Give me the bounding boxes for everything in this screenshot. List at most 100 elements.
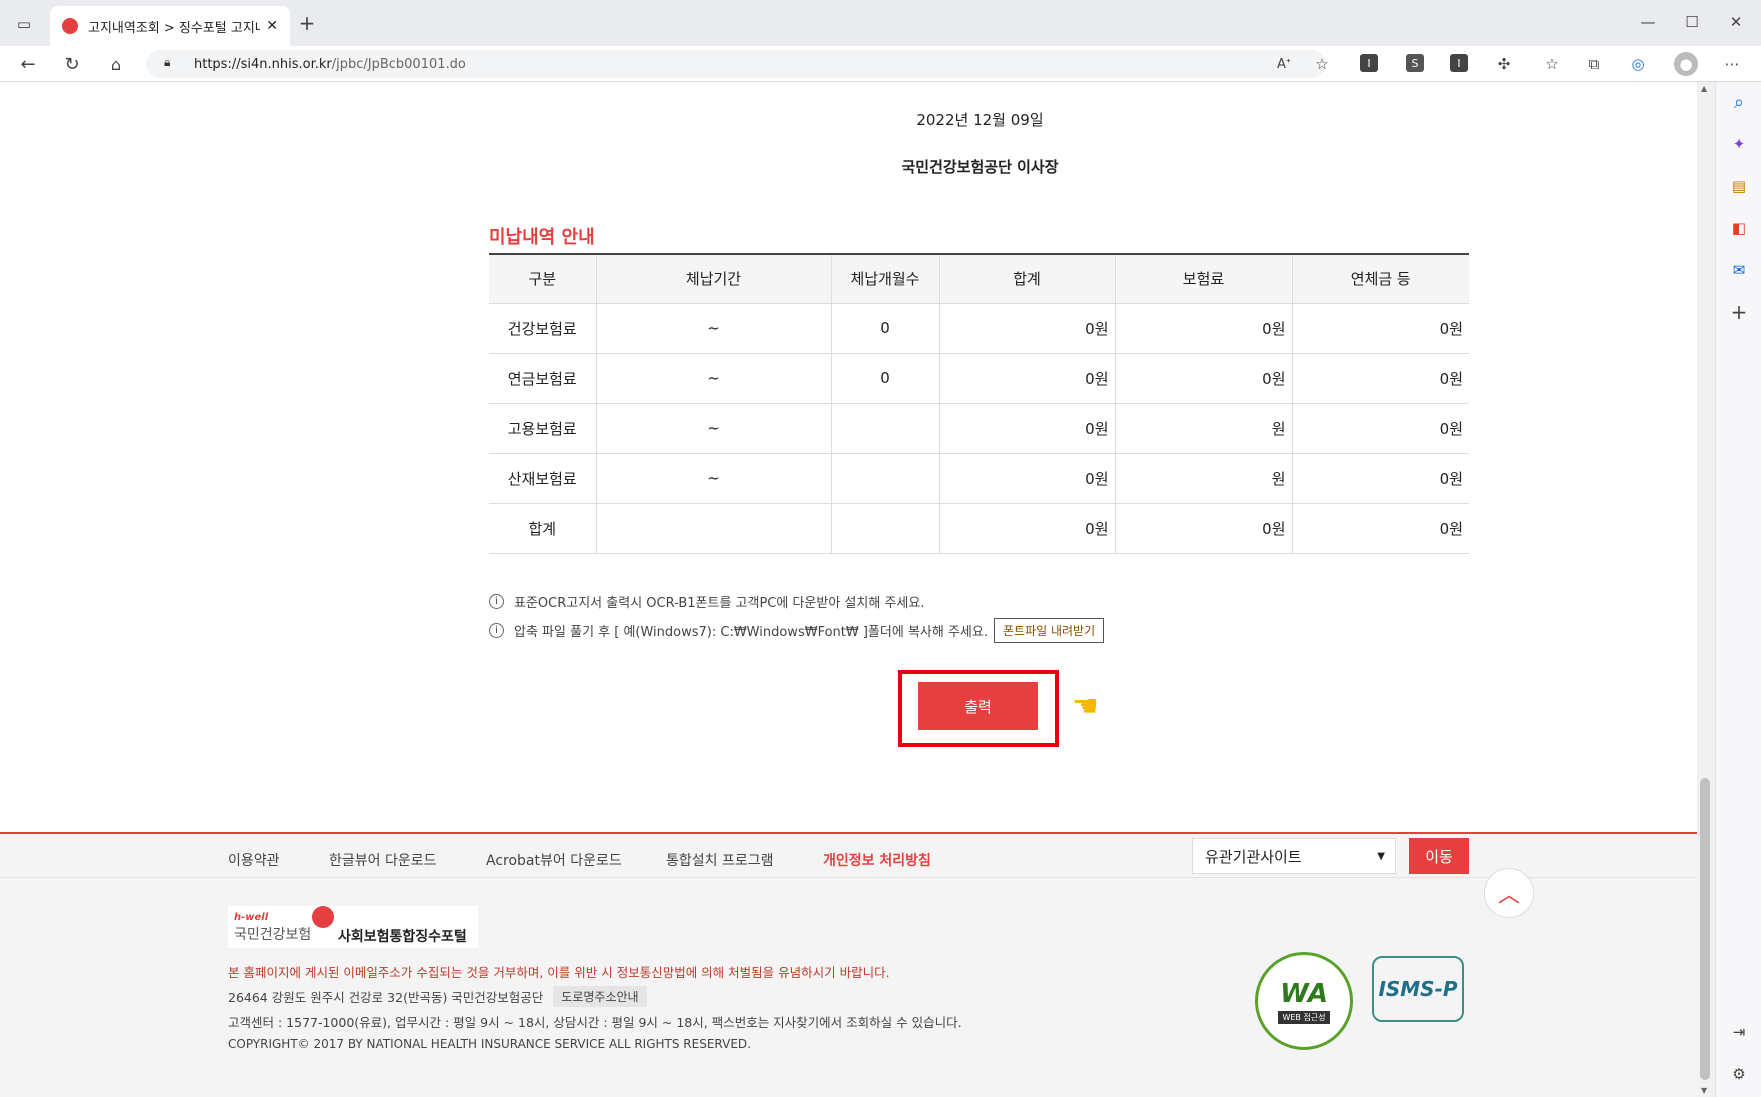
shopping-icon[interactable]: ▤ <box>1727 174 1751 198</box>
footer-link-terms[interactable]: 이용약관 <box>228 850 280 870</box>
lock-icon: 🔒︎ <box>164 55 171 69</box>
copilot-icon[interactable]: ✦ <box>1727 132 1751 156</box>
premium-cell: 0원 <box>1115 503 1293 554</box>
period-cell: ~ <box>596 353 832 404</box>
row-label: 건강보험료 <box>489 303 597 354</box>
add-favorite-icon[interactable]: ☆ <box>1310 52 1334 76</box>
months-cell <box>831 403 940 454</box>
page-content: 2022년 12월 09일 국민건강보험공단 이사장 미납내역 안내 구분 체납… <box>0 82 1697 1097</box>
home-icon[interactable]: ⌂ <box>104 52 128 76</box>
favicon-icon <box>62 18 78 34</box>
maximize-icon[interactable]: ☐ <box>1680 10 1704 34</box>
search-icon[interactable]: ⌕ <box>1727 90 1751 114</box>
unpaid-section-title: 미납내역 안내 <box>489 227 595 248</box>
edge-sidebar: ⌕ ✦ ▤ ◧ ✉ + ⇥ ⚙ <box>1715 82 1761 1097</box>
browser-tab[interactable]: 고지내역조회 > 징수포털 고지내 ✕ <box>50 6 290 46</box>
table-row: 연금보험료 ~ 0 0원 0원 0원 <box>489 353 1469 404</box>
web-accessibility-mark: WA WEB 접근성 <box>1255 952 1353 1050</box>
note-text: 압축 파일 풀기 후 [ 예(Windows7): C:₩Windows₩Fon… <box>514 625 988 640</box>
wa-sub-text: WEB 접근성 <box>1278 1010 1330 1024</box>
go-button[interactable]: 이동 <box>1409 838 1469 874</box>
scroll-top-icon[interactable]: ︿ <box>1484 868 1534 918</box>
extension-2-icon[interactable]: S <box>1406 54 1424 72</box>
row-label: 합계 <box>489 503 597 554</box>
address-bar[interactable]: 🔒︎ https://si4n.nhis.or.kr/jpbc/JpBcb001… <box>146 50 1326 78</box>
scrollbar-thumb[interactable] <box>1700 778 1710 1080</box>
total-cell: 0원 <box>939 503 1116 554</box>
scroll-up-icon[interactable]: ▲ <box>1701 84 1707 93</box>
table-row: 합계 0원 0원 0원 <box>489 503 1469 554</box>
logo-org-text: 국민건강보험 <box>234 927 312 943</box>
table-header-row: 구분 체납기간 체납개월수 합계 보험료 연체금 등 <box>489 254 1469 304</box>
months-cell <box>831 453 940 504</box>
footer-link-hangul-viewer[interactable]: 한글뷰어 다운로드 <box>329 850 437 870</box>
total-cell: 0원 <box>939 303 1116 354</box>
browser-toolbar: ← ↻ ⌂ 🔒︎ https://si4n.nhis.or.kr/jpbc/Jp… <box>0 46 1761 82</box>
months-cell: 0 <box>831 353 940 404</box>
print-button[interactable]: 출력 <box>918 682 1038 730</box>
period-cell: ~ <box>596 303 832 354</box>
extension-1-icon[interactable]: I <box>1360 54 1378 72</box>
add-sidebar-app-icon[interactable]: + <box>1727 300 1751 324</box>
premium-cell: 원 <box>1115 453 1293 504</box>
read-aloud-icon[interactable]: Aᐩ <box>1272 52 1296 76</box>
late-fee-cell: 0원 <box>1292 453 1469 504</box>
late-fee-cell: 0원 <box>1292 503 1469 554</box>
new-tab-icon[interactable]: + <box>296 11 318 35</box>
refresh-icon[interactable]: ↻ <box>60 52 84 76</box>
period-cell: ~ <box>596 403 832 454</box>
extensions-icon[interactable]: ✣ <box>1492 52 1516 76</box>
issuer-name: 국민건강보험공단 이사장 <box>901 158 1059 176</box>
wa-text: WA <box>1280 978 1328 1009</box>
premium-cell: 원 <box>1115 403 1293 454</box>
col-header: 체납개월수 <box>831 254 940 304</box>
related-sites-select[interactable]: 유관기관사이트 ▼ <box>1192 838 1396 874</box>
premium-cell: 0원 <box>1115 353 1293 404</box>
col-header: 연체금 등 <box>1292 254 1469 304</box>
url-domain: https://si4n.nhis.or.kr <box>194 56 332 72</box>
outlook-icon[interactable]: ✉ <box>1727 258 1751 282</box>
footer-link-acrobat-viewer[interactable]: Acrobat뷰어 다운로드 <box>486 850 622 870</box>
office-icon[interactable]: ◧ <box>1727 216 1751 240</box>
table-row: 고용보험료 ~ 0원 원 0원 <box>489 403 1469 454</box>
more-menu-icon[interactable]: ⋯ <box>1720 52 1744 76</box>
browser-essentials-icon[interactable]: ◎ <box>1626 52 1650 76</box>
row-label: 연금보험료 <box>489 353 597 404</box>
total-cell: 0원 <box>939 353 1116 404</box>
pointing-hand-icon: ☚ <box>1072 689 1099 724</box>
collections-icon[interactable]: ⧉ <box>1582 52 1606 76</box>
scroll-down-icon[interactable]: ▼ <box>1701 1086 1707 1095</box>
period-cell <box>596 503 832 554</box>
tab-actions-icon[interactable]: ▭ <box>12 12 36 36</box>
late-fee-cell: 0원 <box>1292 303 1469 354</box>
total-cell: 0원 <box>939 403 1116 454</box>
footer-link-install-program[interactable]: 통합설치 프로그램 <box>666 850 774 870</box>
premium-cell: 0원 <box>1115 303 1293 354</box>
notice-date: 2022년 12월 09일 <box>916 111 1044 129</box>
font-download-button[interactable]: 폰트파일 내려받기 <box>993 618 1105 643</box>
heart-icon <box>312 906 334 928</box>
nhis-logo: h-well 국민건강보험 사회보험통합징수포털 <box>228 906 478 948</box>
tab-close-icon[interactable]: ✕ <box>266 18 278 34</box>
info-icon: i <box>489 594 504 609</box>
row-label: 고용보험료 <box>489 403 597 454</box>
url-path: /jpbc/JpBcb00101.do <box>331 56 466 72</box>
close-window-icon[interactable]: ✕ <box>1724 10 1748 34</box>
contact-info: 고객센터 : 1577-1000(유료), 업무시간 : 평일 9시 ~ 18시… <box>228 1015 962 1030</box>
email-warning: 본 홈페이지에 게시된 이메일주소가 수집되는 것을 거부하며, 이를 위반 시… <box>228 965 890 980</box>
minimize-icon[interactable]: — <box>1636 10 1660 34</box>
footer-link-privacy[interactable]: 개인정보 처리방침 <box>823 850 931 870</box>
back-icon[interactable]: ← <box>16 52 40 76</box>
hide-sidebar-icon[interactable]: ⇥ <box>1727 1020 1751 1044</box>
row-label: 산재보험료 <box>489 453 597 504</box>
favorites-icon[interactable]: ☆ <box>1540 52 1564 76</box>
info-icon: i <box>489 623 504 638</box>
settings-icon[interactable]: ⚙ <box>1727 1062 1751 1086</box>
extension-3-icon[interactable]: I <box>1450 54 1468 72</box>
months-cell <box>831 503 940 554</box>
logo-portal-text: 사회보험통합징수포털 <box>338 929 467 945</box>
copyright: COPYRIGHT© 2017 BY NATIONAL HEALTH INSUR… <box>228 1037 751 1051</box>
profile-avatar-icon[interactable]: ● <box>1674 52 1698 76</box>
col-header: 합계 <box>939 254 1116 304</box>
road-address-button[interactable]: 도로명주소안내 <box>553 986 647 1007</box>
